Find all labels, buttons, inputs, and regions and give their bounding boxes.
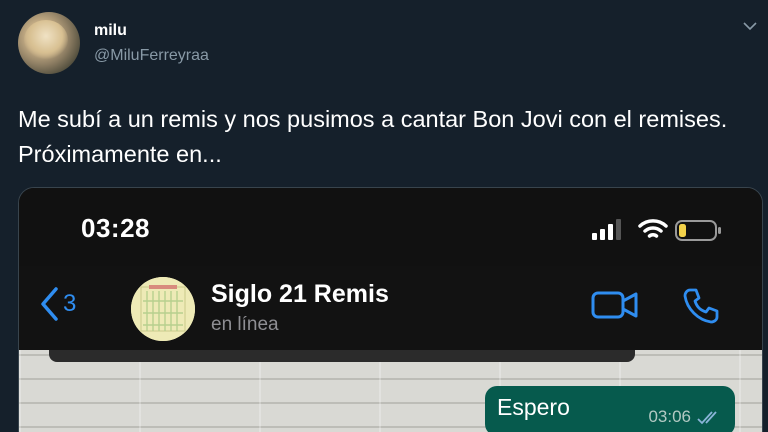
double-check-icon xyxy=(697,411,717,425)
pinned-bar xyxy=(49,350,635,362)
phone-clock: 03:28 xyxy=(81,213,150,243)
tweet-media-screenshot[interactable]: 03:28 3 Siglo 21 Remis en línea Espero 0… xyxy=(18,187,763,432)
phone-status-bar: 03:28 xyxy=(19,188,762,266)
display-name[interactable]: milu xyxy=(94,22,127,40)
tweet: milu @MiluFerreyraa Me subí a un remis y… xyxy=(0,0,768,432)
wifi-icon xyxy=(638,219,668,238)
signal-icon xyxy=(592,219,621,240)
video-camera-icon[interactable] xyxy=(591,288,639,322)
back-button[interactable]: 3 xyxy=(39,284,76,324)
message-time: 03:06 xyxy=(648,407,691,426)
tweet-text: Me subí a un remis y nos pusimos a canta… xyxy=(18,106,728,167)
message-bubble-outgoing[interactable]: Espero 03:06 xyxy=(485,386,735,432)
contact-name[interactable]: Siglo 21 Remis xyxy=(211,280,389,309)
phone-icon[interactable] xyxy=(681,286,721,326)
unread-count: 3 xyxy=(63,290,77,317)
user-handle[interactable]: @MiluFerreyraa xyxy=(94,47,209,65)
back-chevron-icon xyxy=(41,287,58,321)
caret-down-icon[interactable] xyxy=(742,20,758,32)
battery-icon xyxy=(675,220,721,241)
avatar[interactable] xyxy=(18,12,80,74)
chat-header: 3 Siglo 21 Remis en línea xyxy=(19,266,762,350)
contact-status: en línea xyxy=(211,314,279,335)
contact-avatar[interactable] xyxy=(131,277,195,341)
